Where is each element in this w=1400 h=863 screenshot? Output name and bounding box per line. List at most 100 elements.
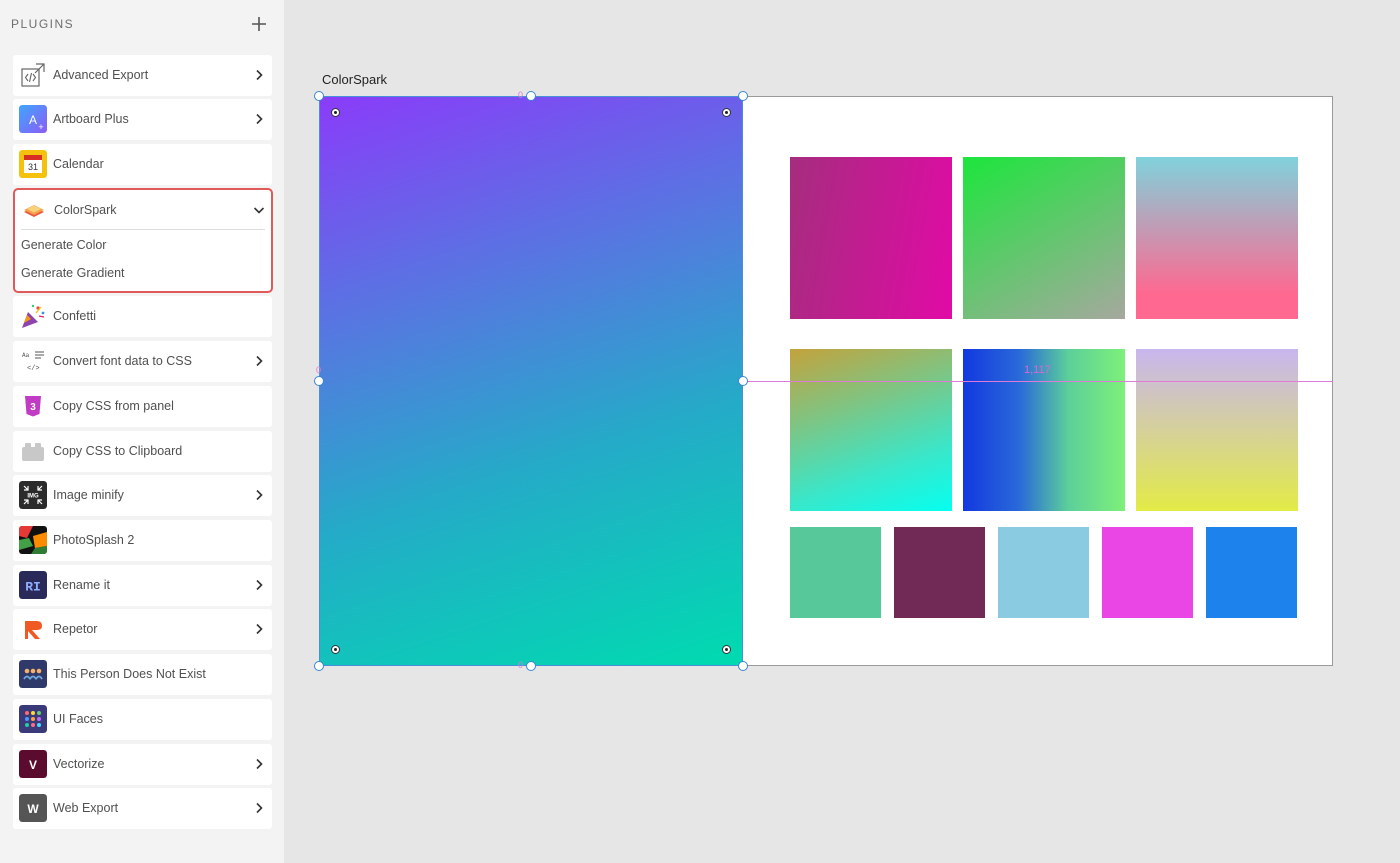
plugin-label: UI Faces (53, 712, 104, 726)
color-swatch[interactable] (790, 527, 881, 618)
plugin-item-photosplash[interactable]: PhotoSplash 2 (13, 520, 272, 561)
colorspark-icon (20, 196, 48, 224)
vectorize-icon: V (19, 750, 47, 778)
party-popper-icon (19, 302, 47, 330)
plugin-label: Image minify (53, 488, 124, 502)
svg-text:A: A (29, 113, 37, 127)
resize-handle-bottom-left[interactable] (314, 661, 324, 671)
chevron-right-icon (254, 355, 264, 367)
rename-it-icon-text: RI (25, 580, 41, 595)
resize-handle-bottom[interactable] (526, 661, 536, 671)
plugin-item-rename-it[interactable]: RI Rename it (13, 565, 272, 606)
plugin-label: Vectorize (53, 757, 105, 771)
artboard-name-label[interactable]: ColorSpark (322, 72, 387, 87)
corner-radius-handle[interactable] (722, 108, 731, 117)
panel-title: PLUGINS (11, 17, 75, 31)
add-plugin-button[interactable] (250, 15, 268, 33)
rename-it-icon: RI (19, 571, 47, 599)
measurement-guide-line (743, 381, 1333, 382)
chevron-right-icon (254, 758, 264, 770)
gradient-swatch[interactable] (1136, 157, 1298, 319)
plugin-label: Web Export (53, 801, 119, 815)
plugin-label: Calendar (53, 157, 104, 171)
plugin-item-artboard-plus[interactable]: A + Artboard Plus (13, 99, 272, 140)
plugin-item-vectorize[interactable]: V Vectorize (13, 744, 272, 785)
chevron-down-icon (253, 204, 265, 216)
svg-text:+: + (38, 122, 43, 132)
svg-text:</>: </> (27, 365, 40, 373)
plugin-label: Advanced Export (53, 68, 149, 82)
gradient-swatch[interactable] (790, 157, 952, 319)
plugin-item-copy-css-from-panel[interactable]: 3 Copy CSS from panel (13, 386, 272, 427)
generate-gradient-menu-item[interactable]: Generate Gradient (21, 266, 125, 280)
repetor-icon (19, 615, 47, 643)
image-minify-icon: IMG (19, 481, 47, 509)
font-css-icon: Aa </> (19, 347, 47, 375)
resize-handle-left[interactable] (314, 376, 324, 386)
plugin-item-calendar[interactable]: 31 Calendar (13, 144, 272, 185)
plus-icon (252, 17, 266, 31)
color-swatch[interactable] (894, 527, 985, 618)
plugin-label: ColorSpark (54, 203, 117, 217)
corner-radius-handle[interactable] (722, 645, 731, 654)
plugin-item-web-export[interactable]: W Web Export (13, 788, 272, 829)
photosplash-icon (19, 526, 47, 554)
resize-handle-top-left[interactable] (314, 91, 324, 101)
color-swatch[interactable] (1206, 527, 1297, 618)
resize-handle-top[interactable] (526, 91, 536, 101)
chevron-right-icon (254, 802, 264, 814)
code-export-icon (19, 61, 47, 89)
selected-gradient-rectangle[interactable] (319, 96, 743, 666)
web-export-icon-text: W (27, 802, 39, 816)
artboard-plus-icon: A + (19, 105, 47, 133)
web-export-icon: W (19, 794, 47, 822)
chevron-right-icon (254, 623, 264, 635)
plugin-label: Confetti (53, 309, 97, 323)
color-swatch[interactable] (1102, 527, 1193, 618)
plugin-label: This Person Does Not Exist (53, 667, 206, 681)
resize-handle-right[interactable] (738, 376, 748, 386)
css3-icon: 3 (19, 392, 47, 420)
spacing-marker: 0 (518, 90, 524, 100)
plugin-label: Rename it (53, 578, 110, 592)
plugin-item-confetti[interactable]: Confetti (13, 296, 272, 337)
gradient-swatch[interactable] (790, 349, 952, 511)
plugin-label: Copy CSS from panel (53, 399, 174, 413)
gradient-swatch[interactable] (1136, 349, 1298, 511)
plugin-label: Artboard Plus (53, 112, 129, 126)
svg-text:3: 3 (30, 402, 36, 413)
plugin-item-advanced-export[interactable]: Advanced Export (13, 55, 272, 96)
corner-radius-handle[interactable] (331, 108, 340, 117)
plugin-item-copy-css-to-clipboard[interactable]: Copy CSS to Clipboard (13, 431, 272, 472)
gradient-swatch[interactable] (963, 157, 1125, 319)
people-icon (19, 660, 47, 688)
plugin-label: Copy CSS to Clipboard (53, 444, 183, 458)
plugin-item-convert-font-data[interactable]: Aa </> Convert font data to CSS (13, 341, 272, 382)
calendar-icon-text: 31 (28, 162, 38, 172)
color-swatch[interactable] (998, 527, 1089, 618)
spacing-marker: 0 (316, 365, 322, 375)
spacing-marker: 0 (518, 660, 524, 670)
chevron-right-icon (254, 113, 264, 125)
plugin-label: PhotoSplash 2 (53, 533, 135, 547)
plugins-panel: PLUGINS Advanced Export A + Artboard Plu… (0, 0, 284, 863)
measurement-guide-value: 1,117 (1024, 364, 1051, 376)
corner-radius-handle[interactable] (331, 645, 340, 654)
resize-handle-top-right[interactable] (738, 91, 748, 101)
plugin-item-ui-faces[interactable]: UI Faces (13, 699, 272, 740)
plugin-label: Convert font data to CSS (53, 354, 192, 368)
ui-faces-icon (19, 705, 47, 733)
chevron-right-icon (254, 489, 264, 501)
chevron-right-icon (254, 579, 264, 591)
plugin-item-repetor[interactable]: Repetor (13, 609, 272, 650)
svg-text:Aa: Aa (22, 352, 30, 359)
plugin-item-colorspark[interactable]: ColorSpark (15, 190, 271, 230)
calendar-icon: 31 (19, 150, 47, 178)
plugin-item-image-minify[interactable]: IMG Image minify (13, 475, 272, 516)
resize-handle-bottom-right[interactable] (738, 661, 748, 671)
generate-color-menu-item[interactable]: Generate Color (21, 238, 106, 252)
panel-header: PLUGINS (11, 15, 272, 35)
plugin-label: Repetor (53, 622, 98, 636)
plugin-item-this-person-does-not-exist[interactable]: This Person Does Not Exist (13, 654, 272, 695)
divider (21, 229, 265, 230)
